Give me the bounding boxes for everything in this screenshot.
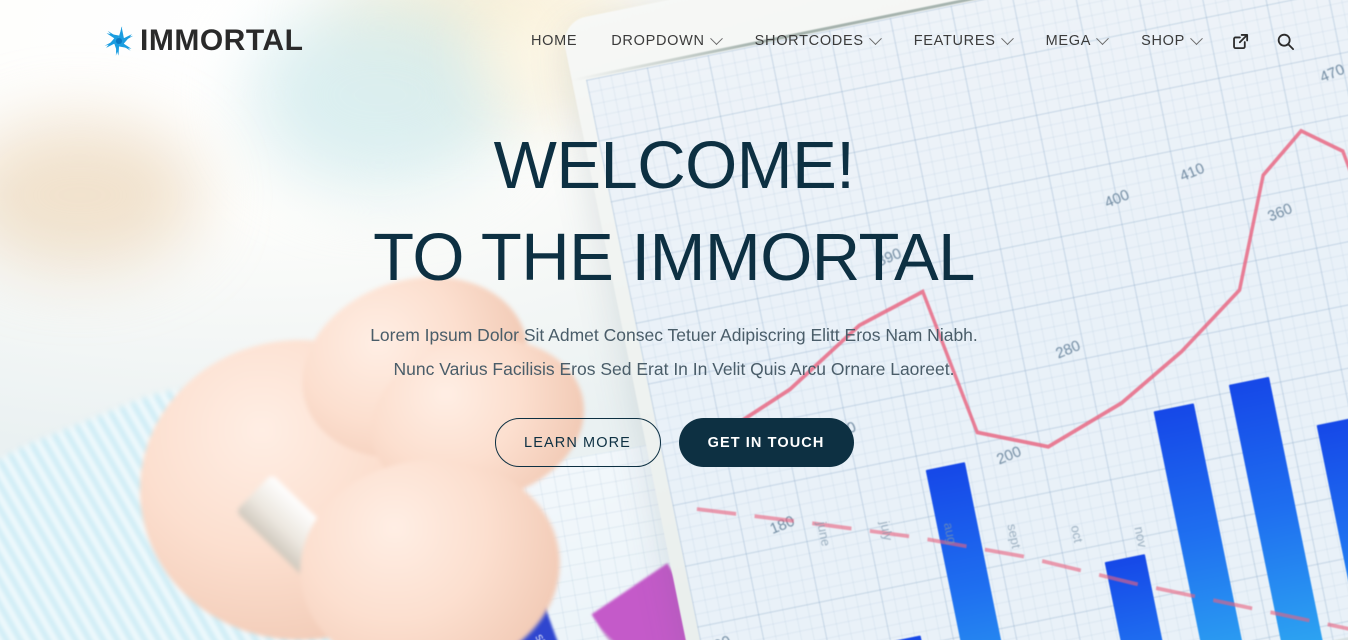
nav-label: DROPDOWN bbox=[611, 33, 705, 49]
chevron-down-icon bbox=[1096, 31, 1109, 45]
chevron-down-icon bbox=[1000, 31, 1014, 45]
nav-item-features[interactable]: FEATURES bbox=[897, 11, 1029, 71]
logo-text: IMMORTAL bbox=[140, 24, 304, 57]
share-icon[interactable] bbox=[1218, 11, 1263, 71]
main-navigation: HOME DROPDOWN SHORTCODES FEATURES MEGA S… bbox=[514, 11, 1308, 71]
page-title-line1: WELCOME! bbox=[493, 128, 855, 203]
nav-item-dropdown[interactable]: DROPDOWN bbox=[594, 11, 737, 71]
nav-label: MEGA bbox=[1045, 33, 1092, 49]
nav-label: SHOP bbox=[1141, 33, 1185, 49]
chevron-down-icon bbox=[1190, 31, 1203, 45]
chevron-down-icon bbox=[709, 31, 723, 45]
learn-more-button[interactable]: LEARN MORE bbox=[494, 418, 661, 468]
axis-label-oct: oct bbox=[1067, 523, 1087, 544]
nav-label: FEATURES bbox=[913, 33, 996, 49]
hero-subtitle-line2: Nunc Varius Facilisis Eros Sed Erat In I… bbox=[393, 358, 955, 379]
chevron-down-icon bbox=[868, 31, 882, 45]
nav-item-mega[interactable]: MEGA bbox=[1029, 11, 1125, 71]
page-title-line2: TO THE IMMORTAL bbox=[373, 220, 975, 296]
search-icon[interactable] bbox=[1263, 11, 1308, 71]
site-header: IMMORTAL HOME DROPDOWN SHORTCODES FEATUR… bbox=[0, 0, 1348, 82]
nav-item-shop[interactable]: SHOP bbox=[1124, 11, 1218, 71]
logo[interactable]: IMMORTAL bbox=[102, 24, 303, 58]
nav-label: HOME bbox=[530, 33, 578, 49]
starburst-icon bbox=[102, 24, 136, 58]
nav-item-home[interactable]: HOME bbox=[514, 11, 594, 71]
nav-label: SHORTCODES bbox=[754, 33, 864, 49]
hero-subtitle-line1: Lorem Ipsum Dolor Sit Admet Consec Tetue… bbox=[370, 324, 978, 345]
get-in-touch-button[interactable]: GET IN TOUCH bbox=[678, 418, 854, 468]
hero-button-group: LEARN MORE GET IN TOUCH bbox=[494, 418, 854, 468]
nav-item-shortcodes[interactable]: SHORTCODES bbox=[738, 11, 897, 71]
page-root: subdivisions subdivision value Subdivisi… bbox=[0, 0, 1348, 640]
